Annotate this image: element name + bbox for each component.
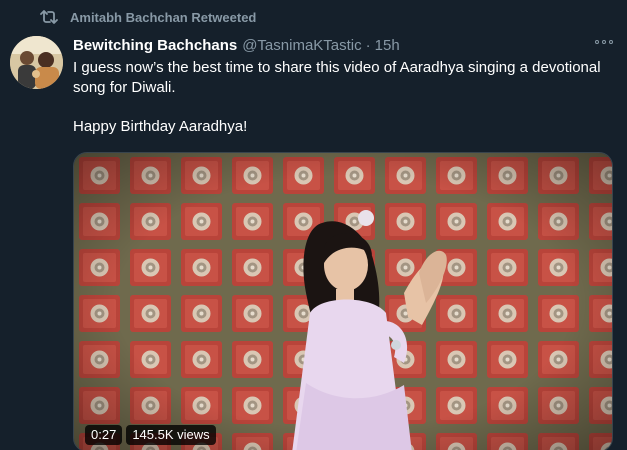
retweet-context[interactable]: Amitabh Bachchan Retweeted bbox=[40, 9, 256, 25]
avatar[interactable] bbox=[10, 36, 63, 89]
video-duration: 0:27 bbox=[85, 425, 123, 445]
video-overlay: 0:27 145.5K views bbox=[85, 425, 216, 445]
display-name[interactable]: Bewitching Bachchans bbox=[73, 36, 237, 56]
tweet-text: I guess now’s the best time to share thi… bbox=[73, 58, 613, 137]
tweet-header: Bewitching Bachchans @TasnimaKTastic · 1… bbox=[73, 36, 613, 56]
user-handle[interactable]: @TasnimaKTastic bbox=[242, 36, 361, 56]
view-count: 145.5K views bbox=[126, 425, 216, 445]
video-thumbnail bbox=[74, 153, 612, 450]
retweet-icon bbox=[40, 9, 58, 25]
tweet-text-line: I guess now’s the best time to share thi… bbox=[73, 59, 601, 96]
separator-dot: · bbox=[365, 37, 371, 54]
tweet[interactable]: Amitabh Bachchan Retweeted Bewitching Ba… bbox=[0, 0, 627, 450]
tweet-content: Bewitching Bachchans @TasnimaKTastic · 1… bbox=[73, 36, 613, 137]
tweet-text-line: Happy Birthday Aaradhya! bbox=[73, 118, 248, 135]
video-player[interactable]: 0:27 145.5K views bbox=[73, 152, 613, 450]
tweet-time[interactable]: 15h bbox=[375, 36, 400, 56]
retweet-label[interactable]: Amitabh Bachchan Retweeted bbox=[70, 10, 256, 25]
more-options-icon[interactable] bbox=[595, 40, 613, 44]
